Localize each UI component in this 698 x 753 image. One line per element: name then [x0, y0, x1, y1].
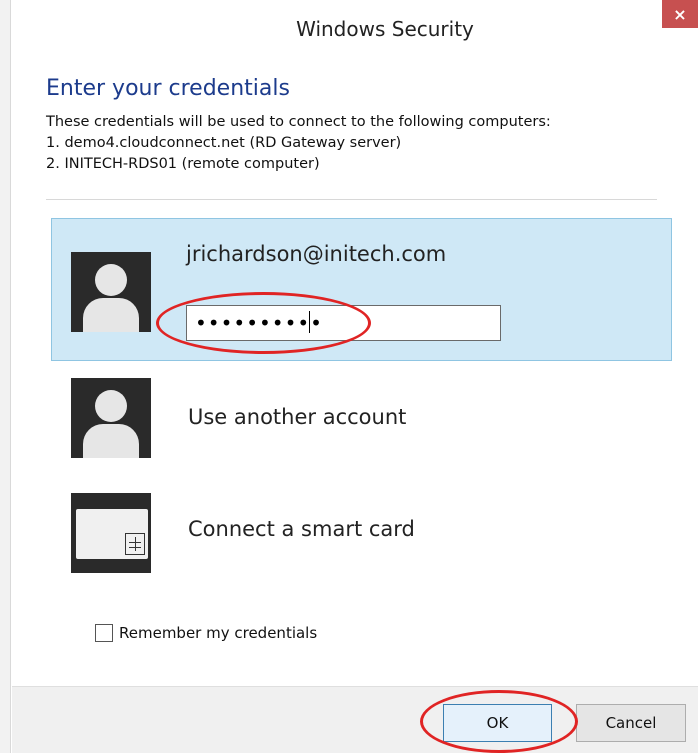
remember-credentials[interactable]: Remember my credentials [95, 624, 317, 642]
divider [46, 199, 657, 200]
ok-button[interactable]: OK [443, 704, 552, 742]
user-avatar-icon [71, 252, 151, 332]
account-username: jrichardson@initech.com [186, 242, 447, 266]
user-avatar-icon[interactable] [71, 378, 151, 458]
window-title: Windows Security [296, 17, 474, 41]
window-edge [0, 0, 11, 753]
windows-security-dialog: Windows Security × Enter your credential… [0, 0, 698, 753]
cancel-button[interactable]: Cancel [576, 704, 686, 742]
close-icon[interactable]: × [662, 0, 698, 28]
description-line-3: 2. INITECH-RDS01 (remote computer) [46, 156, 320, 172]
description-line-2: 1. demo4.cloudconnect.net (RD Gateway se… [46, 135, 402, 151]
password-input[interactable] [186, 305, 501, 341]
remember-label: Remember my credentials [119, 624, 318, 642]
connect-smart-card-option[interactable]: Connect a smart card [188, 517, 415, 541]
text-caret [309, 311, 310, 333]
dialog-heading: Enter your credentials [46, 76, 290, 101]
description-text: These credentials will be used to connec… [46, 112, 551, 175]
description-line-1: These credentials will be used to connec… [46, 114, 551, 130]
title-bar: Windows Security × [12, 0, 698, 64]
use-another-account-option[interactable]: Use another account [188, 405, 406, 429]
smart-card-icon[interactable] [71, 493, 151, 573]
remember-checkbox[interactable] [95, 624, 113, 642]
